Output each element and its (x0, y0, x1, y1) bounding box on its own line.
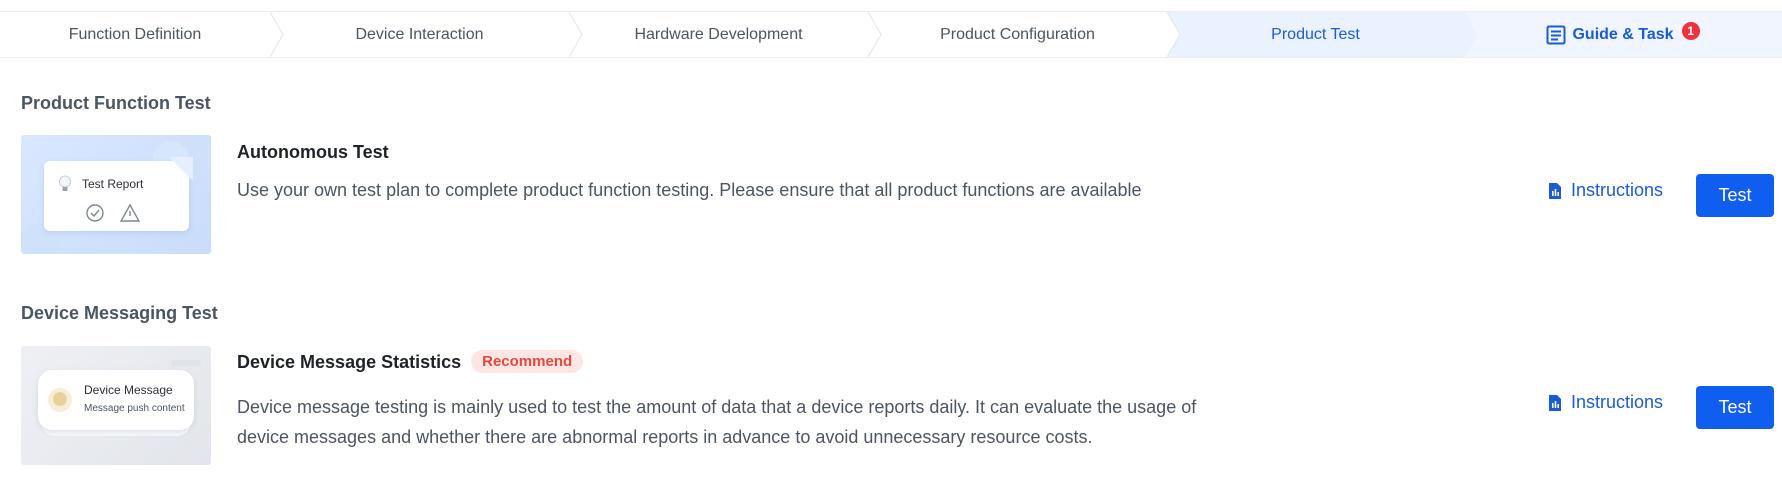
thumb-label: Test Report (82, 177, 144, 191)
thumb-sub-label: Message push content (84, 403, 185, 414)
test-report-thumbnail: Test Report (21, 135, 211, 254)
decor-bar (171, 360, 201, 366)
test-report-card: Test Report (44, 157, 193, 231)
step-product-test[interactable]: Product Test (1167, 12, 1478, 57)
step-separator-icon (1167, 12, 1181, 57)
card-title: Device Message Statistics (237, 352, 462, 372)
step-label: Hardware Development (634, 25, 803, 43)
step-hardware-development[interactable]: Hardware Development (569, 12, 882, 57)
card-title-row: Device Message Statistics Recommend (237, 350, 584, 373)
page-fold-icon (169, 157, 193, 181)
test-button[interactable]: Test (1696, 174, 1774, 217)
bell-icon (48, 388, 72, 412)
step-function-definition[interactable]: Function Definition (0, 12, 284, 57)
step-separator-icon (270, 12, 284, 57)
autonomous-test-card: Test Report Autonomous Test Use your own… (21, 135, 1781, 255)
recommend-badge: Recommend (471, 350, 584, 373)
document-chart-icon (1549, 182, 1561, 199)
instructions-label: Instructions (1571, 392, 1664, 412)
section-title-device-messaging-test: Device Messaging Test (21, 303, 218, 323)
step-label: Product Test (1271, 25, 1360, 43)
step-separator-icon (1464, 12, 1478, 57)
device-message-statistics-card: Device Message Message push content Devi… (21, 346, 1781, 466)
guide-task-button[interactable]: Guide & Task 1 (1464, 12, 1782, 57)
step-label: Device Interaction (355, 25, 484, 43)
device-message-thumbnail: Device Message Message push content (21, 346, 211, 465)
device-message-card: Device Message Message push content (38, 370, 194, 430)
card-description: Device message testing is mainly used to… (237, 397, 1197, 447)
notification-badge: 1 (1681, 21, 1700, 40)
test-button[interactable]: Test (1696, 386, 1774, 429)
card-title: Autonomous Test (237, 142, 389, 162)
check-warning-icon (86, 203, 141, 222)
instructions-link[interactable]: Instructions (1547, 392, 1663, 413)
step-separator-icon (569, 12, 583, 57)
section-title-product-function-test: Product Function Test (21, 93, 211, 113)
document-chart-icon (1549, 394, 1561, 411)
step-device-interaction[interactable]: Device Interaction (270, 12, 583, 57)
task-list-icon (1546, 25, 1566, 44)
guide-label: Guide & Task (1572, 25, 1674, 43)
step-label: Product Configuration (940, 25, 1095, 43)
step-product-configuration[interactable]: Product Configuration (868, 12, 1181, 57)
step-label: Function Definition (68, 25, 202, 43)
instructions-link[interactable]: Instructions (1547, 180, 1663, 201)
lightbulb-icon (59, 175, 71, 191)
step-bar: Function Definition Device Interaction H… (0, 11, 1782, 58)
card-description: Use your own test plan to complete produ… (237, 180, 1142, 200)
thumb-label: Device Message (84, 383, 173, 397)
step-separator-icon (868, 12, 882, 57)
instructions-label: Instructions (1571, 180, 1664, 200)
